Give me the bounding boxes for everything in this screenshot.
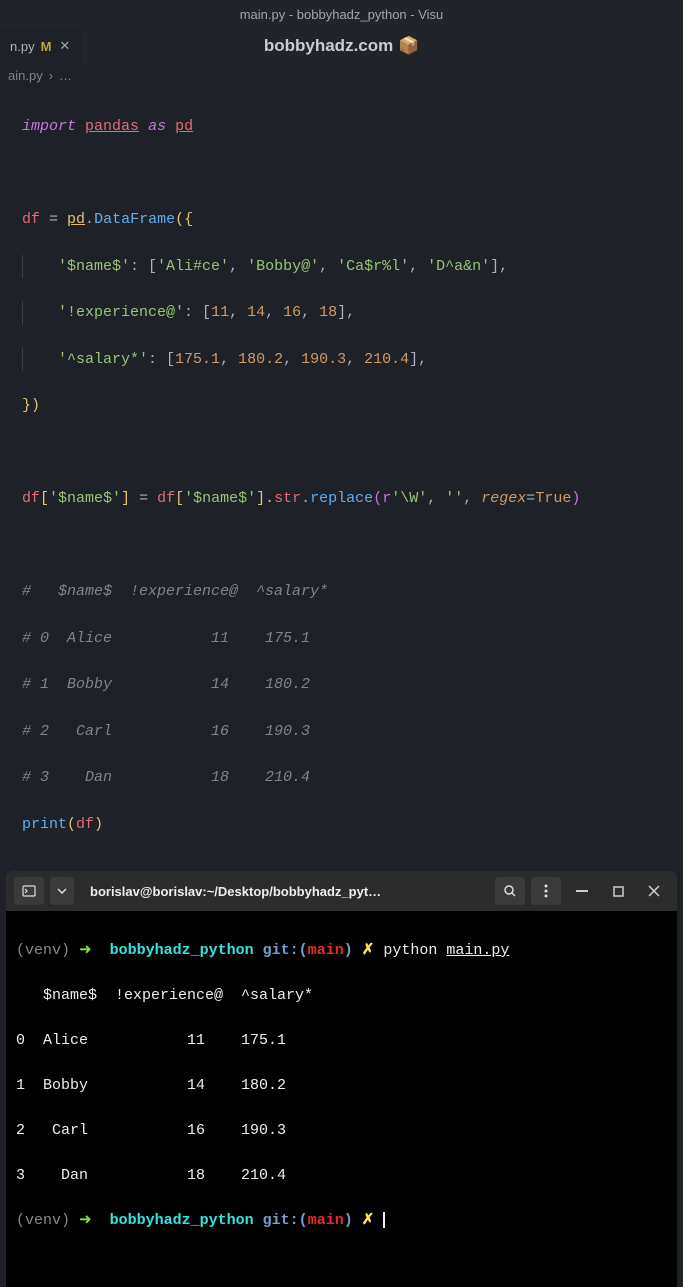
- code-editor[interactable]: import pandas as pd df = pd.DataFrame({ …: [0, 86, 683, 865]
- maximize-button[interactable]: [603, 877, 633, 905]
- tab-label: n.py: [10, 39, 35, 54]
- breadcrumb-more: …: [59, 68, 72, 83]
- close-icon[interactable]: ✕: [57, 38, 72, 54]
- tabs-bar: n.py M ✕ bobbyhadz.com 📦: [0, 28, 683, 64]
- terminal-icon: [22, 884, 36, 898]
- terminal-panel: borislav@borislav:~/Desktop/bobbyhadz_py…: [6, 871, 677, 1287]
- close-button[interactable]: [639, 877, 669, 905]
- minimize-button[interactable]: [567, 877, 597, 905]
- terminal-cursor: [383, 1212, 385, 1228]
- kebab-menu-icon: [544, 884, 548, 898]
- tab-main-py[interactable]: n.py M ✕: [0, 28, 82, 64]
- minimize-icon: [576, 890, 588, 892]
- breadcrumb-file: ain.py: [8, 68, 43, 83]
- window-title-bar: main.py - bobbyhadz_python - Visu: [0, 0, 683, 28]
- search-icon: [503, 884, 517, 898]
- breadcrumb[interactable]: ain.py › …: [0, 64, 683, 86]
- search-button[interactable]: [495, 877, 525, 905]
- maximize-icon: [613, 886, 624, 897]
- terminal-header: borislav@borislav:~/Desktop/bobbyhadz_py…: [6, 871, 677, 911]
- window-title: main.py - bobbyhadz_python - Visu: [240, 7, 444, 22]
- close-icon: [648, 885, 660, 897]
- tab-modified-badge: M: [41, 39, 52, 54]
- menu-button[interactable]: [531, 877, 561, 905]
- terminal-output[interactable]: (venv) ➜ bobbyhadz_python git:(main) ✗ p…: [6, 911, 677, 1287]
- chevron-down-icon: [57, 888, 67, 894]
- tab-dropdown-button[interactable]: [50, 877, 74, 905]
- watermark: bobbyhadz.com 📦: [264, 36, 419, 56]
- new-tab-button[interactable]: [14, 877, 44, 905]
- chevron-right-icon: ›: [49, 68, 53, 83]
- terminal-title: borislav@borislav:~/Desktop/bobbyhadz_py…: [80, 884, 489, 899]
